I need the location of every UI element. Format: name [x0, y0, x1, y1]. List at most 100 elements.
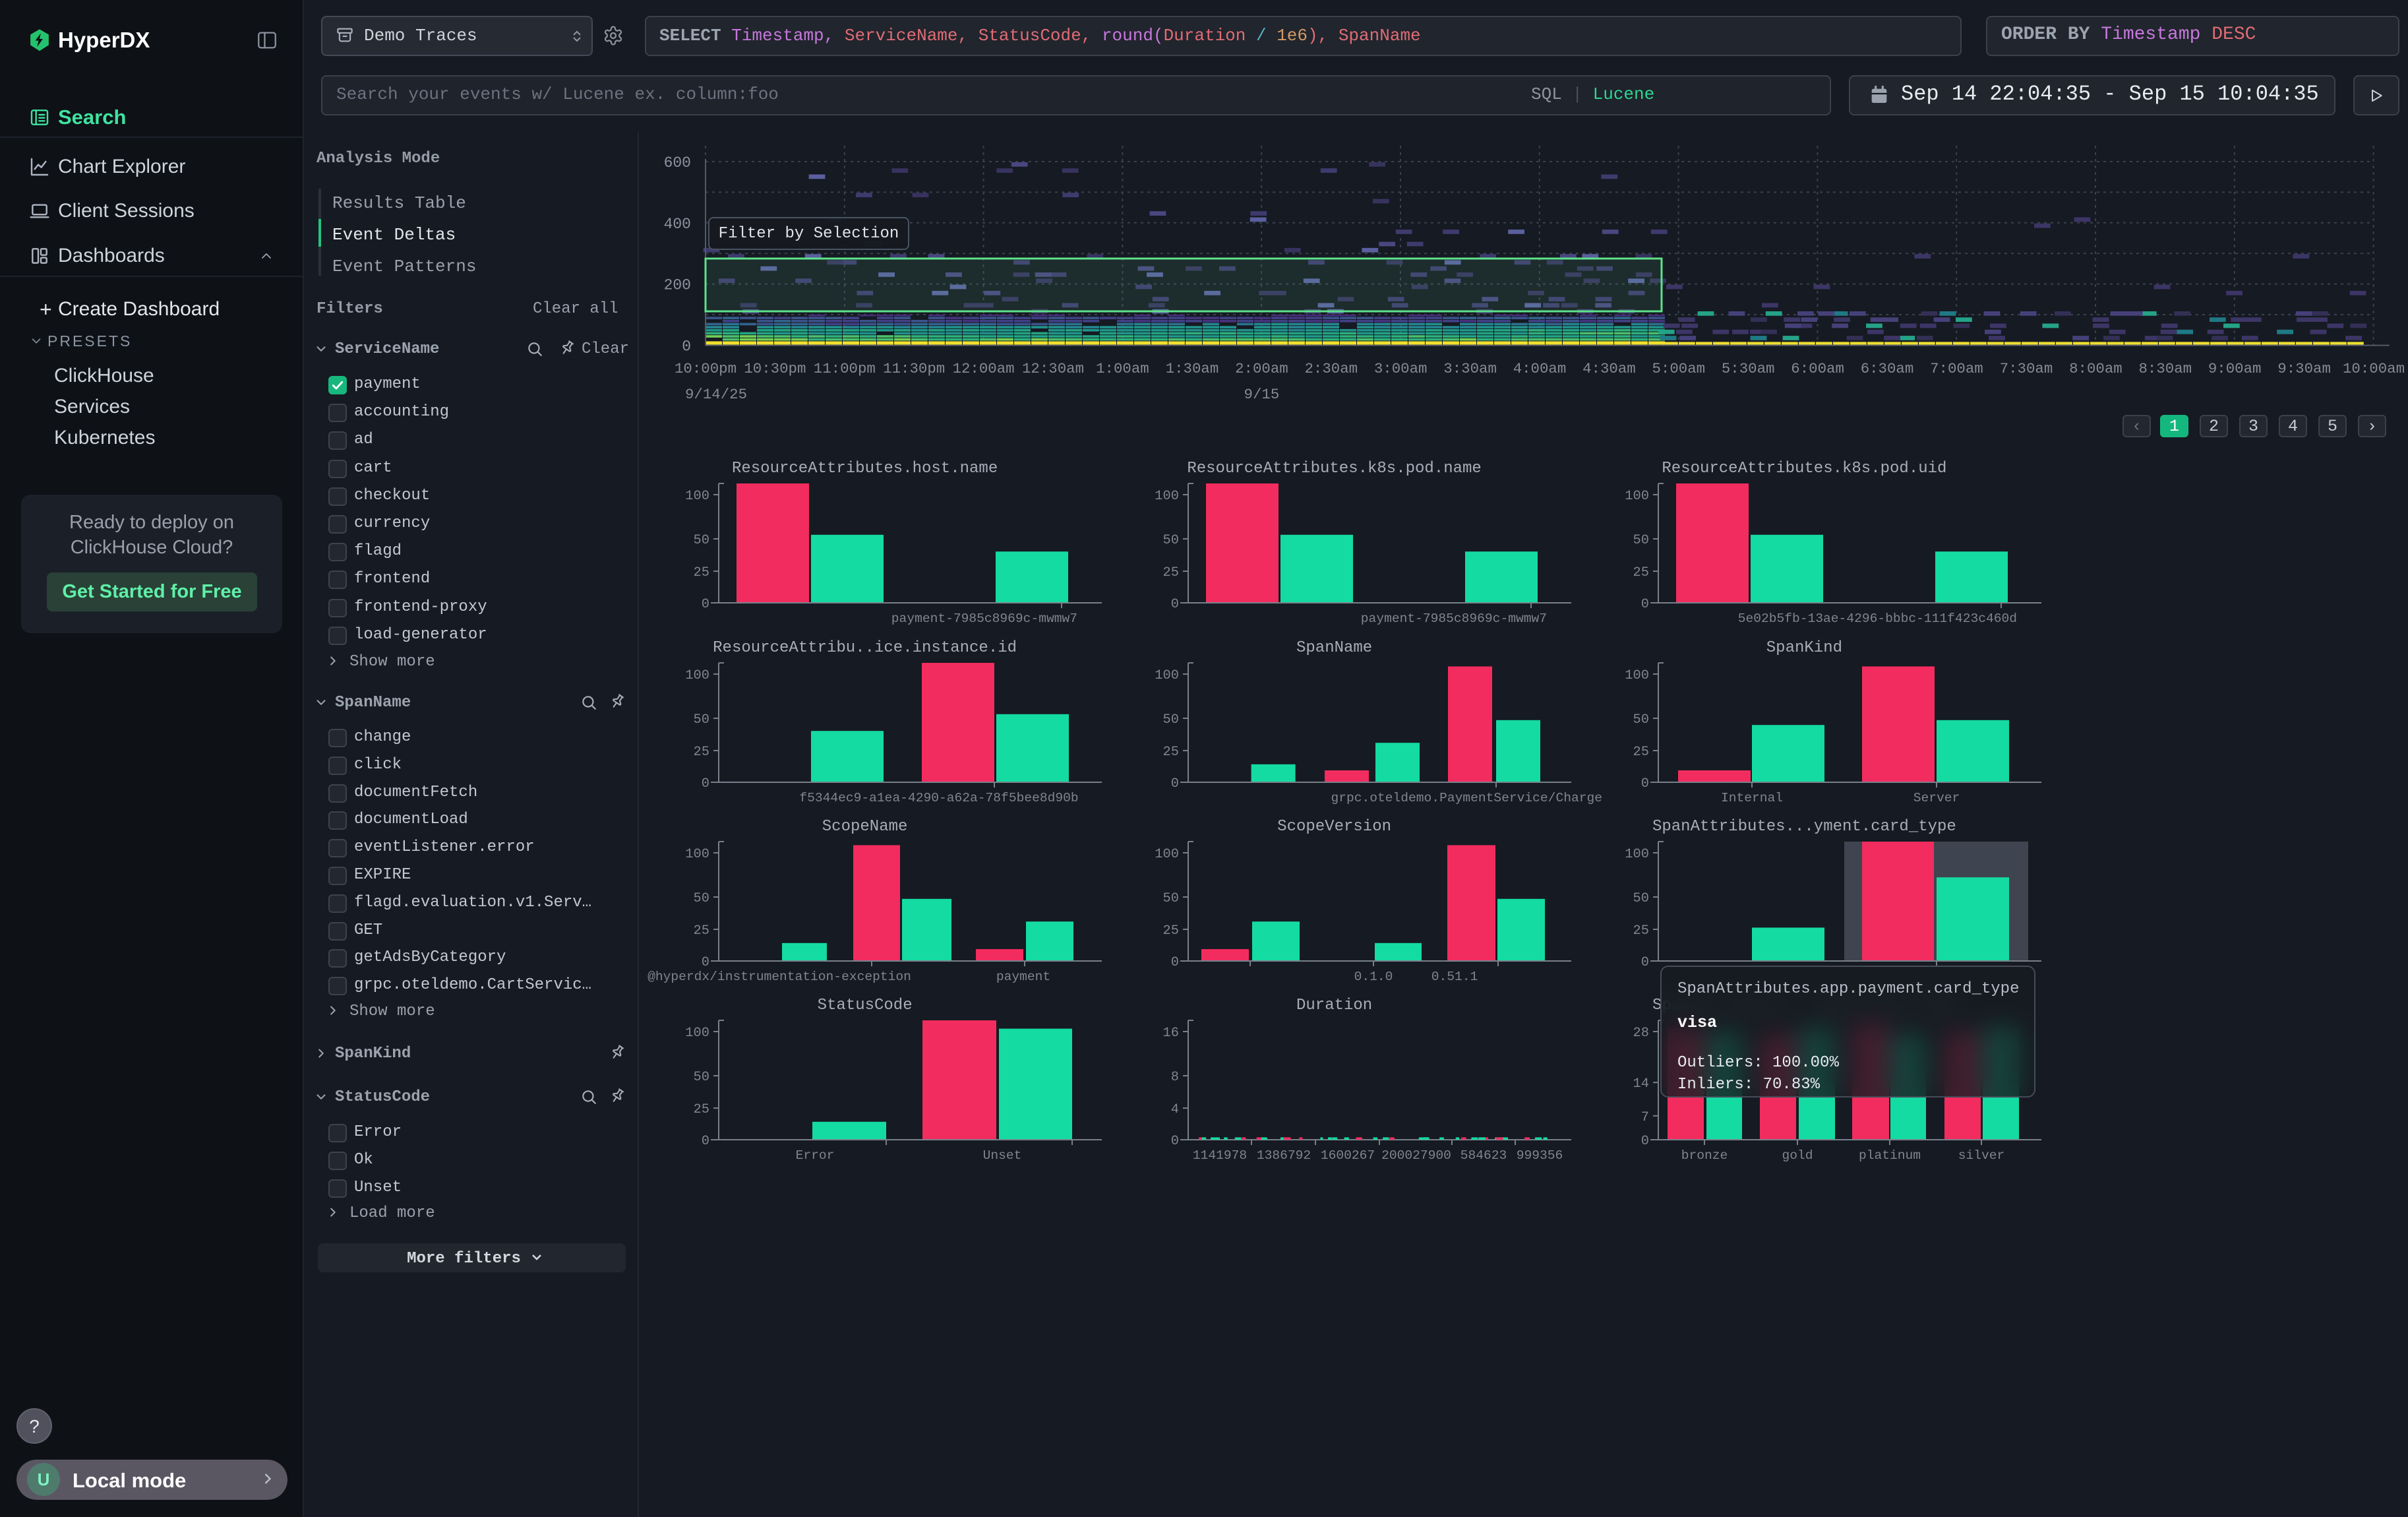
svg-text:100: 100	[685, 489, 709, 504]
svg-text:12:00am: 12:00am	[953, 360, 1015, 377]
svg-text:ScopeVersion: ScopeVersion	[1277, 818, 1391, 836]
svg-text:7:00am: 7:00am	[1930, 360, 1983, 377]
svg-text:50: 50	[1633, 891, 1649, 906]
svg-text:16: 16	[1163, 1026, 1179, 1041]
svg-text:9:30am: 9:30am	[2277, 360, 2331, 377]
svg-text:0: 0	[1641, 955, 1649, 970]
svg-text:7:30am: 7:30am	[2000, 360, 2053, 377]
svg-text:@hyperdx/instrumentation-excep: @hyperdx/instrumentation-exception	[647, 970, 911, 984]
svg-text:0: 0	[1171, 1134, 1179, 1149]
svg-text:100: 100	[685, 847, 709, 862]
svg-text:4:30am: 4:30am	[1582, 360, 1636, 377]
svg-text:payment-7985c8969c-mwmw7: payment-7985c8969c-mwmw7	[891, 611, 1077, 626]
svg-text:0: 0	[1171, 597, 1179, 612]
svg-text:7: 7	[1641, 1110, 1649, 1125]
svg-text:5e02b5fb-13ae-4296-bbbc-111f42: 5e02b5fb-13ae-4296-bbbc-111f423c460d	[1738, 611, 2017, 626]
svg-text:10:00pm: 10:00pm	[675, 360, 737, 377]
svg-text:1600267: 1600267	[1321, 1148, 1375, 1163]
svg-text:50: 50	[1163, 891, 1179, 906]
svg-text:Internal: Internal	[1721, 791, 1783, 805]
svg-text:silver: silver	[1958, 1148, 2005, 1163]
svg-text:0: 0	[702, 597, 709, 612]
svg-text:100: 100	[1155, 847, 1179, 862]
svg-text:25: 25	[694, 923, 709, 939]
svg-text:ResourceAttribu..ice.instance.: ResourceAttribu..ice.instance.id	[713, 639, 1017, 657]
svg-text:Server: Server	[1913, 791, 1960, 805]
svg-text:Error: Error	[796, 1148, 835, 1163]
svg-text:25: 25	[1163, 923, 1179, 939]
svg-text:0: 0	[1641, 597, 1649, 612]
svg-text:10:30pm: 10:30pm	[744, 360, 806, 377]
svg-text:200027900: 200027900	[1381, 1148, 1451, 1163]
svg-text:0: 0	[1171, 776, 1179, 791]
svg-text:25: 25	[694, 1102, 709, 1117]
svg-text:ResourceAttributes.k8s.pod.nam: ResourceAttributes.k8s.pod.name	[1187, 460, 1481, 478]
svg-text:ScopeName: ScopeName	[822, 818, 908, 836]
svg-text:4:00am: 4:00am	[1513, 360, 1567, 377]
svg-text:100: 100	[685, 1026, 709, 1041]
svg-text:11:00pm: 11:00pm	[814, 360, 876, 377]
svg-text:payment: payment	[996, 970, 1050, 984]
svg-text:5:00am: 5:00am	[1652, 360, 1705, 377]
svg-text:9/15: 9/15	[1244, 386, 1280, 403]
svg-text:50: 50	[1163, 712, 1179, 728]
svg-text:600: 600	[664, 154, 691, 171]
svg-text:0: 0	[702, 955, 709, 970]
svg-text:0: 0	[1641, 1134, 1649, 1149]
svg-text:100: 100	[1625, 489, 1649, 504]
svg-text:10:00am: 10:00am	[2343, 360, 2405, 377]
svg-text:50: 50	[694, 712, 709, 728]
svg-text:ResourceAttributes.host.name: ResourceAttributes.host.name	[732, 460, 998, 478]
svg-text:5:30am: 5:30am	[1722, 360, 1775, 377]
svg-text:584623: 584623	[1460, 1148, 1507, 1163]
svg-text:0: 0	[702, 1134, 709, 1149]
svg-text:25: 25	[1163, 745, 1179, 760]
svg-text:1:30am: 1:30am	[1166, 360, 1219, 377]
svg-text:50: 50	[1633, 533, 1649, 548]
svg-text:9:00am: 9:00am	[2208, 360, 2262, 377]
svg-text:grpc.oteldemo.PaymentService/C: grpc.oteldemo.PaymentService/Charge	[1331, 791, 1602, 805]
svg-text:4: 4	[1171, 1102, 1179, 1117]
svg-text:400: 400	[664, 216, 691, 233]
svg-text:50: 50	[694, 1070, 709, 1085]
svg-text:Unset: Unset	[983, 1148, 1022, 1163]
svg-text:0: 0	[1171, 955, 1179, 970]
svg-text:SpanKind: SpanKind	[1766, 639, 1842, 657]
svg-text:3:30am: 3:30am	[1443, 360, 1497, 377]
svg-text:6:00am: 6:00am	[1791, 360, 1844, 377]
svg-text:999356: 999356	[1517, 1148, 1563, 1163]
svg-text:50: 50	[1633, 712, 1649, 728]
svg-text:gold: gold	[1782, 1148, 1813, 1163]
svg-text:50: 50	[694, 891, 709, 906]
svg-text:0: 0	[1641, 776, 1649, 791]
svg-text:200: 200	[664, 277, 691, 294]
svg-text:6:30am: 6:30am	[1861, 360, 1914, 377]
svg-text:25: 25	[694, 565, 709, 580]
svg-text:25: 25	[1163, 565, 1179, 580]
svg-text:25: 25	[694, 745, 709, 760]
svg-text:0.51.1: 0.51.1	[1431, 970, 1478, 984]
svg-text:0: 0	[702, 776, 709, 791]
svg-text:25: 25	[1633, 745, 1649, 760]
svg-text:100: 100	[1625, 847, 1649, 862]
svg-text:0.1.0: 0.1.0	[1354, 970, 1393, 984]
svg-text:f5344ec9-a1ea-4290-a62a-78f5be: f5344ec9-a1ea-4290-a62a-78f5bee8d90b	[799, 791, 1078, 805]
svg-text:bronze: bronze	[1681, 1148, 1728, 1163]
svg-text:28: 28	[1633, 1026, 1649, 1041]
svg-text:payment-7985c8969c-mwmw7: payment-7985c8969c-mwmw7	[1361, 611, 1547, 626]
svg-text:0: 0	[682, 338, 691, 356]
svg-text:50: 50	[694, 533, 709, 548]
svg-text:100: 100	[1155, 668, 1179, 683]
svg-text:50: 50	[1163, 533, 1179, 548]
svg-text:3:00am: 3:00am	[1374, 360, 1428, 377]
svg-text:Duration: Duration	[1296, 997, 1372, 1014]
svg-text:platinum: platinum	[1859, 1148, 1921, 1163]
svg-text:SpanAttributes...yment.card_ty: SpanAttributes...yment.card_type	[1652, 818, 1956, 836]
svg-text:25: 25	[1633, 923, 1649, 939]
svg-text:11:30pm: 11:30pm	[883, 360, 945, 377]
svg-text:12:30am: 12:30am	[1022, 360, 1084, 377]
svg-text:1386792: 1386792	[1257, 1148, 1311, 1163]
svg-text:100: 100	[685, 668, 709, 683]
svg-text:1:00am: 1:00am	[1096, 360, 1149, 377]
svg-text:8: 8	[1171, 1070, 1179, 1085]
